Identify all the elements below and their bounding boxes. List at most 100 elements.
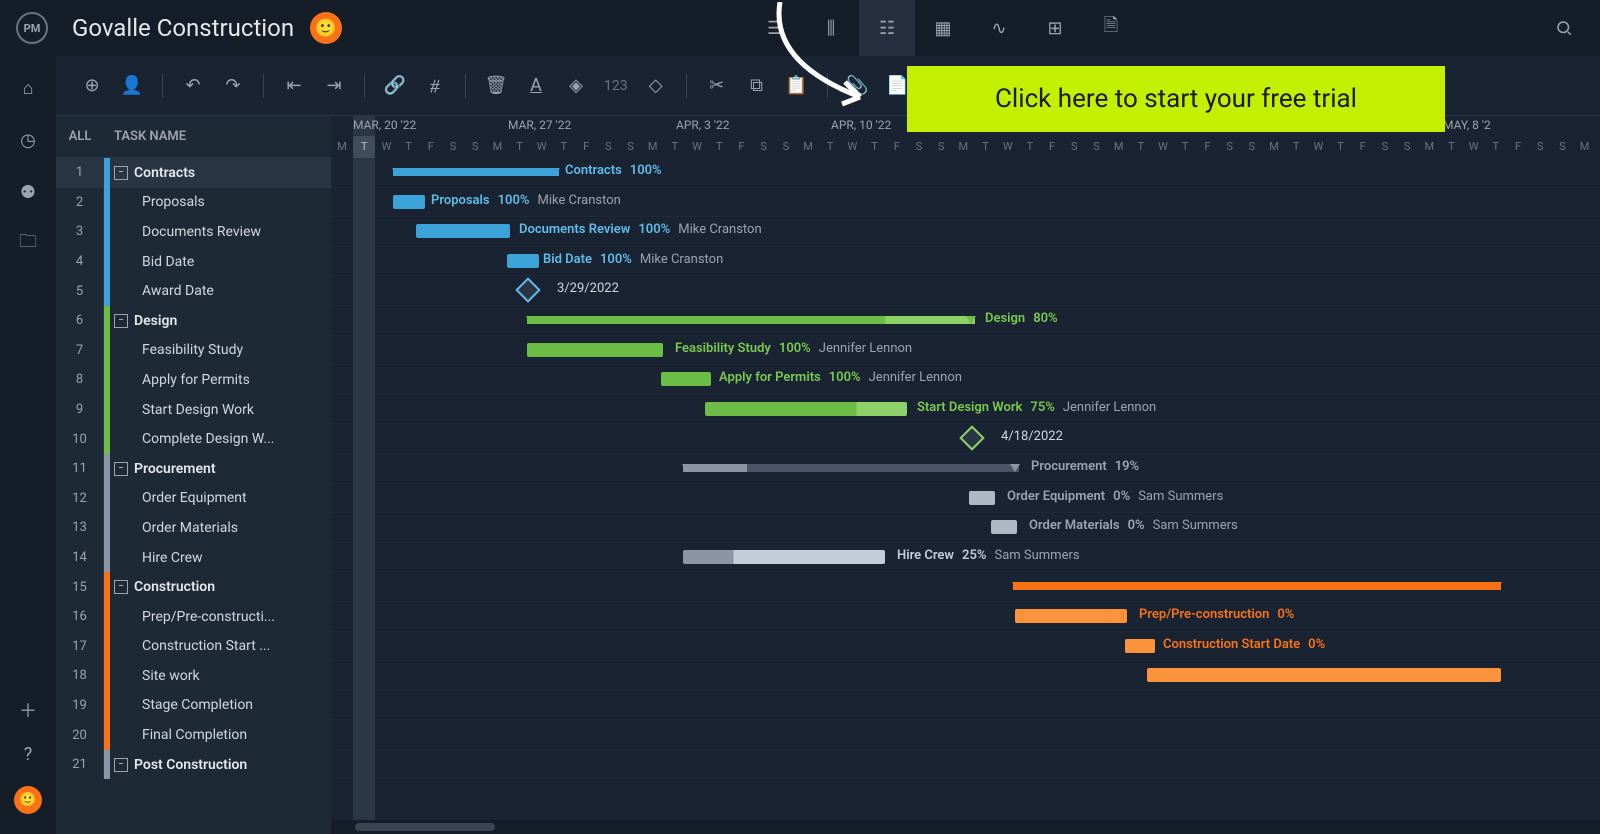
logo[interactable]: PM	[16, 12, 48, 44]
link-icon[interactable]: 🔗	[379, 70, 411, 102]
gantt-row[interactable]	[331, 661, 1600, 691]
gantt-chart[interactable]: MAR, 20 '22MAR, 27 '22APR, 3 '22APR, 10 …	[331, 116, 1600, 834]
gantt-row[interactable]: Order Equipment0%Sam Summers	[331, 484, 1600, 514]
horizontal-scrollbar[interactable]	[331, 820, 1600, 834]
task-bar[interactable]	[683, 550, 885, 564]
gantt-row[interactable]: 3/29/2022	[331, 276, 1600, 306]
view-activity-icon[interactable]: ∿	[971, 0, 1027, 56]
undo-icon[interactable]: ↶	[177, 70, 209, 102]
milestone-icon[interactable]	[959, 426, 984, 451]
scrollbar-thumb[interactable]	[355, 823, 495, 831]
gantt-row[interactable]: Contracts100%	[331, 158, 1600, 188]
task-row[interactable]: 12 Order Equipment	[56, 484, 331, 514]
avatar[interactable]	[310, 12, 342, 44]
add-task-icon[interactable]: ⊕	[76, 70, 108, 102]
gantt-row[interactable]: Design80%	[331, 306, 1600, 336]
gantt-row[interactable]: Bid Date100%Mike Cranston	[331, 247, 1600, 277]
home-icon[interactable]: ⌂	[16, 76, 40, 100]
task-row[interactable]: 3 Documents Review	[56, 217, 331, 247]
view-board-icon[interactable]: ⫼	[803, 0, 859, 56]
redo-icon[interactable]: ↷	[217, 70, 249, 102]
view-sheet-icon[interactable]: ▦	[915, 0, 971, 56]
task-row[interactable]: 1 − Contracts	[56, 158, 331, 188]
task-row[interactable]: 4 Bid Date	[56, 247, 331, 277]
gantt-row[interactable]: Proposals100%Mike Cranston	[331, 188, 1600, 218]
gantt-row[interactable]	[331, 720, 1600, 750]
task-row[interactable]: 19 Stage Completion	[56, 691, 331, 721]
task-bar[interactable]	[507, 254, 539, 268]
task-bar[interactable]	[705, 402, 907, 416]
task-row[interactable]: 11 − Procurement	[56, 454, 331, 484]
task-bar[interactable]	[661, 372, 711, 386]
summary-bar[interactable]	[393, 168, 559, 176]
summary-bar[interactable]	[683, 464, 1019, 472]
gantt-row[interactable]: Prep/Pre-construction0%	[331, 602, 1600, 632]
task-bar[interactable]	[1147, 668, 1501, 682]
task-row[interactable]: 5 Award Date	[56, 276, 331, 306]
copy-icon[interactable]: ⧉	[741, 70, 773, 102]
gantt-row[interactable]: Hire Crew25%Sam Summers	[331, 543, 1600, 573]
task-bar[interactable]	[991, 520, 1017, 534]
task-row[interactable]: 21 − Post Construction	[56, 750, 331, 780]
task-bar[interactable]	[416, 224, 510, 238]
task-bar[interactable]	[393, 195, 425, 209]
collapse-icon[interactable]: −	[114, 758, 128, 772]
task-row[interactable]: 16 Prep/Pre-constructi...	[56, 602, 331, 632]
task-row[interactable]: 6 − Design	[56, 306, 331, 336]
gantt-row[interactable]: Feasibility Study100%Jennifer Lennon	[331, 336, 1600, 366]
recent-icon[interactable]: ◷	[16, 128, 40, 152]
delete-icon[interactable]: 🗑	[480, 70, 512, 102]
team-icon[interactable]: ⚉	[16, 180, 40, 204]
paste-icon[interactable]: 📋	[781, 70, 813, 102]
fill-icon[interactable]: ◈	[560, 70, 592, 102]
portfolio-icon[interactable]: 🗀	[16, 232, 40, 256]
search-icon[interactable]	[1544, 8, 1584, 48]
assign-icon[interactable]: 👤	[116, 70, 148, 102]
gantt-row[interactable]	[331, 572, 1600, 602]
task-row[interactable]: 20 Final Completion	[56, 720, 331, 750]
help-icon[interactable]: ?	[16, 742, 40, 766]
gantt-row[interactable]: Order Materials0%Sam Summers	[331, 513, 1600, 543]
milestone-icon[interactable]	[515, 278, 540, 303]
text-format-icon[interactable]: A	[520, 70, 552, 102]
collapse-icon[interactable]: −	[114, 462, 128, 476]
unlink-icon[interactable]: ⧣	[419, 70, 451, 102]
task-row[interactable]: 2 Proposals	[56, 188, 331, 218]
task-bar[interactable]	[969, 491, 995, 505]
task-row[interactable]: 18 Site work	[56, 661, 331, 691]
collapse-icon[interactable]: −	[114, 580, 128, 594]
milestone-tool-icon[interactable]: ◇	[640, 70, 672, 102]
task-row[interactable]: 10 Complete Design W...	[56, 424, 331, 454]
view-gantt-icon[interactable]: ☷	[859, 0, 915, 56]
task-row[interactable]: 14 Hire Crew	[56, 543, 331, 573]
outdent-icon[interactable]: ⇤	[278, 70, 310, 102]
task-bar[interactable]	[1015, 609, 1127, 623]
name-header[interactable]: TASK NAME	[104, 129, 186, 144]
collapse-icon[interactable]: −	[114, 314, 128, 328]
user-avatar[interactable]	[14, 786, 42, 814]
summary-bar[interactable]	[1013, 582, 1501, 590]
summary-bar[interactable]	[527, 316, 975, 324]
task-row[interactable]: 7 Feasibility Study	[56, 336, 331, 366]
view-list-icon[interactable]: ☰	[747, 0, 803, 56]
task-row[interactable]: 17 Construction Start ...	[56, 632, 331, 662]
task-row[interactable]: 9 Start Design Work	[56, 395, 331, 425]
task-row[interactable]: 15 − Construction	[56, 572, 331, 602]
task-bar[interactable]	[1125, 639, 1155, 653]
gantt-row[interactable]: 4/18/2022	[331, 424, 1600, 454]
all-header[interactable]: ALL	[56, 129, 104, 144]
cut-icon[interactable]: ✂	[701, 70, 733, 102]
task-bar[interactable]	[527, 343, 663, 357]
gantt-row[interactable]: Start Design Work75%Jennifer Lennon	[331, 395, 1600, 425]
attach-icon[interactable]: 📎	[842, 70, 874, 102]
view-file-icon[interactable]: 🗎	[1083, 0, 1139, 56]
gantt-row[interactable]: Construction Start Date0%	[331, 632, 1600, 662]
gantt-row[interactable]	[331, 691, 1600, 721]
indent-icon[interactable]: ⇥	[318, 70, 350, 102]
gantt-row[interactable]	[331, 750, 1600, 780]
view-calendar-icon[interactable]: ⊞	[1027, 0, 1083, 56]
collapse-icon[interactable]: −	[114, 166, 128, 180]
add-icon[interactable]: ＋	[16, 698, 40, 722]
gantt-row[interactable]: Procurement19%	[331, 454, 1600, 484]
free-trial-button[interactable]: Click here to start your free trial	[907, 66, 1445, 132]
